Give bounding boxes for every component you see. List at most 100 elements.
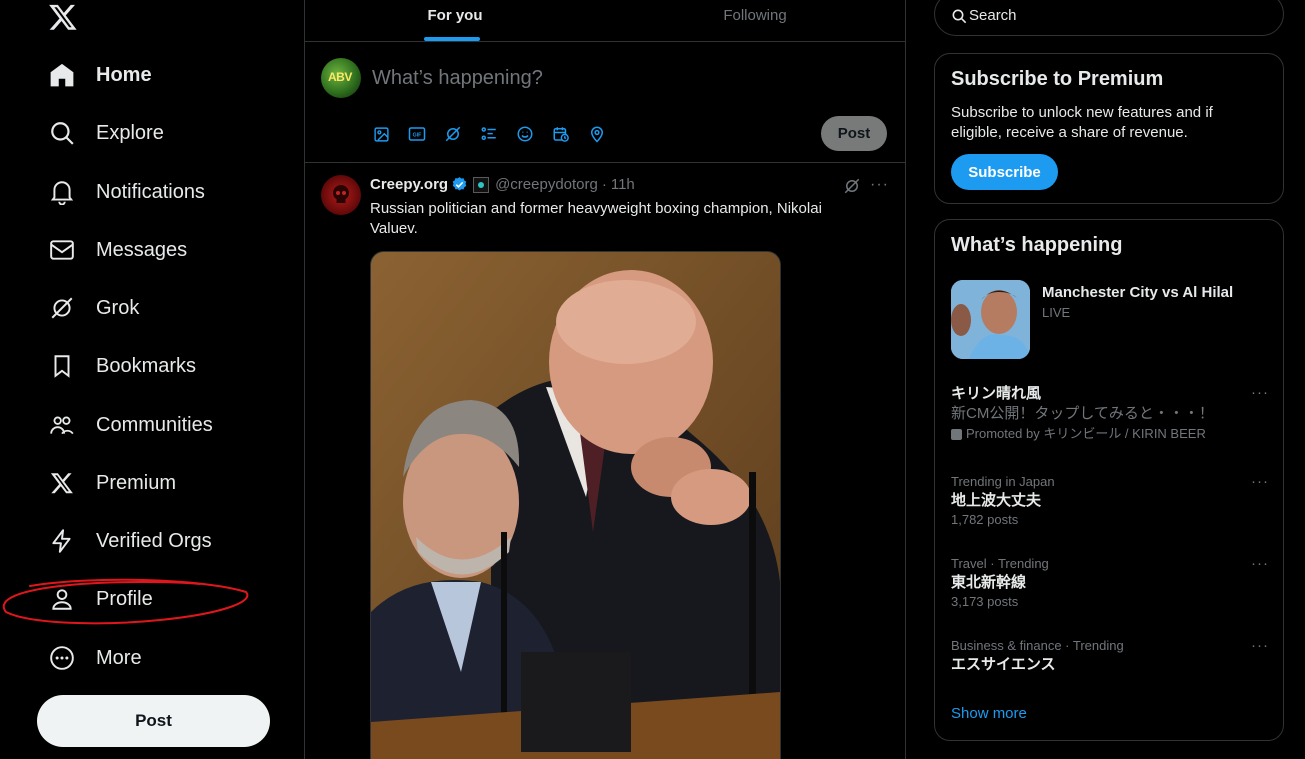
nav-verified-orgs[interactable]: Verified Orgs [48, 521, 212, 561]
event-title: Manchester City vs Al Hilal [1042, 284, 1234, 301]
tweet-header: Creepy.org @creepydotorg · 11h [370, 176, 635, 193]
nav-label: Notifications [96, 180, 205, 203]
premium-title: Subscribe to Premium [951, 68, 1164, 90]
trend-item[interactable]: Business & finance · Trending エスサイエンス ··… [951, 637, 1271, 675]
bookmark-icon [48, 352, 76, 380]
promoted-label: Promoted by キリンビール / KIRIN BEER [951, 424, 1271, 444]
trend-meta: Travel · Trending [951, 556, 1049, 571]
nav-label: Profile [96, 587, 153, 610]
nav-label: Home [96, 63, 152, 86]
trend-meta: Business & finance · Trending [951, 638, 1124, 653]
emoji-icon[interactable] [515, 124, 535, 144]
active-tab-indicator [424, 37, 480, 41]
nav-premium[interactable]: Premium [48, 463, 176, 503]
person-icon [48, 585, 76, 613]
trend-count: 3,173 posts [951, 594, 1019, 609]
sidebar: Home Explore Notifications Messages Grok… [0, 0, 304, 759]
nav-label: Bookmarks [96, 354, 197, 377]
promoted-icon [951, 428, 962, 440]
more-circle-icon [48, 644, 76, 672]
more-options-icon[interactable]: ··· [1251, 637, 1269, 654]
main-timeline: For you Following ABV What’s happening? … [304, 0, 906, 759]
trend-description: 新CM公開！タップしてみると・・・！ [951, 405, 1214, 422]
nav-label: Premium [96, 471, 177, 494]
show-more-link[interactable]: Show more [951, 705, 1027, 722]
avatar-text: ABV [328, 70, 352, 84]
nav-label: Messages [96, 238, 188, 261]
trend-name: 地上波大丈夫 [951, 492, 1042, 509]
x-logo-icon [48, 469, 76, 497]
nav-label: Grok [96, 296, 140, 319]
whats-happening-card: What’s happening Manchester City vs Al H… [934, 219, 1284, 741]
more-options-icon[interactable]: ··· [1251, 473, 1269, 490]
nav-notifications[interactable]: Notifications [48, 172, 205, 212]
schedule-icon[interactable] [551, 124, 571, 144]
tab-for-you[interactable]: For you [305, 0, 605, 41]
search-icon [48, 119, 76, 147]
nav-label: More [96, 646, 142, 669]
nav-label: Explore [96, 121, 164, 144]
nav-label: Communities [96, 413, 213, 436]
trend-name: キリン晴れ風 [951, 385, 1042, 402]
nav-communities[interactable]: Communities [48, 405, 213, 445]
timeline-tabs: For you Following [305, 0, 905, 42]
avatar[interactable]: ABV [321, 58, 361, 98]
nav-profile[interactable]: Profile [48, 579, 153, 619]
compose-input[interactable]: What’s happening? [372, 67, 543, 90]
tab-label: For you [427, 7, 483, 24]
premium-card: Subscribe to Premium Subscribe to unlock… [934, 53, 1284, 204]
nav-messages[interactable]: Messages [48, 230, 187, 270]
location-icon[interactable] [587, 124, 607, 144]
post-composer: ABV What’s happening? GIF Post [305, 42, 905, 163]
premium-description: Subscribe to unlock new features and if … [951, 104, 1213, 141]
poll-icon[interactable] [479, 124, 499, 144]
nav-grok[interactable]: Grok [48, 288, 139, 328]
event-status: LIVE [1042, 305, 1071, 320]
trend-meta: Trending in Japan [951, 474, 1055, 489]
grok-icon[interactable] [843, 177, 861, 195]
bell-icon [48, 178, 76, 206]
nav-more[interactable]: More [48, 638, 142, 678]
home-icon [48, 61, 76, 89]
live-event[interactable]: Manchester City vs Al Hilal LIVE [951, 280, 1271, 360]
right-sidebar: Search Subscribe to Premium Subscribe to… [934, 0, 1284, 759]
verified-badge-icon [452, 177, 467, 191]
tweet[interactable]: Creepy.org @creepydotorg · 11h ··· Russi… [305, 163, 905, 759]
post-button[interactable]: Post [37, 695, 270, 747]
composer-post-button[interactable]: Post [821, 116, 887, 151]
more-options-icon[interactable]: ··· [1251, 555, 1269, 572]
tweet-timestamp[interactable]: 11h [611, 176, 635, 193]
tweet-text: Russian politician and former heavyweigh… [370, 200, 822, 237]
promoted-trend[interactable]: キリン晴れ風 新CM公開！タップしてみると・・・！ Promoted by キリ… [951, 384, 1271, 444]
more-options-icon[interactable]: ··· [1251, 384, 1269, 401]
trend-item[interactable]: Travel · Trending 東北新幹線 3,173 posts ··· [951, 555, 1271, 611]
lightning-icon [48, 527, 76, 555]
nav-home[interactable]: Home [48, 55, 152, 95]
affiliate-badge-icon [473, 176, 490, 193]
trend-name: 東北新幹線 [951, 574, 1027, 591]
communities-icon [48, 411, 76, 439]
image-icon[interactable] [371, 124, 391, 144]
grok-icon [48, 294, 76, 322]
x-logo-icon[interactable] [48, 2, 78, 32]
subscribe-button[interactable]: Subscribe [951, 154, 1058, 190]
nav-bookmarks[interactable]: Bookmarks [48, 346, 196, 386]
gif-icon[interactable]: GIF [407, 124, 427, 144]
trend-item[interactable]: Trending in Japan 地上波大丈夫 1,782 posts ··· [951, 473, 1271, 529]
separator: · [601, 176, 607, 193]
grok-icon[interactable] [443, 124, 463, 144]
tweet-author-name[interactable]: Creepy.org [370, 176, 448, 193]
tweet-author-handle[interactable]: @creepydotorg [495, 176, 598, 193]
trend-count: 1,782 posts [951, 512, 1019, 527]
envelope-icon [48, 236, 76, 264]
photo-illustration [371, 252, 780, 759]
more-options-icon[interactable]: ··· [870, 176, 889, 194]
search-placeholder: Search [969, 7, 1017, 24]
tweet-image[interactable] [370, 251, 781, 759]
trend-name: エスサイエンス [951, 656, 1056, 673]
avatar[interactable] [321, 175, 361, 215]
nav-explore[interactable]: Explore [48, 113, 164, 153]
svg-text:GIF: GIF [413, 133, 423, 139]
tab-following[interactable]: Following [605, 0, 905, 41]
search-input[interactable]: Search [934, 0, 1284, 36]
